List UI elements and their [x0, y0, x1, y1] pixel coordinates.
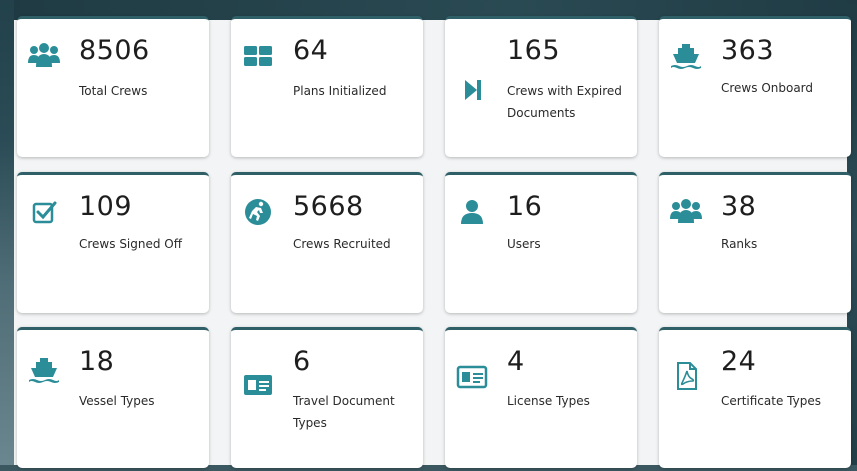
stat-card-certificate-types[interactable]: 24 Certificate Types — [659, 327, 851, 468]
stat-count: 24 — [721, 346, 757, 377]
stat-label: Travel Document Types — [293, 394, 395, 430]
stat-label: License Types — [507, 394, 590, 408]
grid-icon — [241, 41, 275, 71]
stat-count: 16 — [507, 191, 543, 222]
stat-card-users[interactable]: 16 Users — [445, 172, 637, 313]
license-card-icon — [455, 362, 489, 392]
stat-label: Crews Onboard — [721, 81, 814, 95]
stat-count: 38 — [721, 191, 757, 222]
stat-count: 18 — [79, 346, 115, 377]
ship-icon — [27, 355, 61, 385]
stat-card-license-types[interactable]: 4 License Types — [445, 327, 637, 468]
dashboard-stats-grid: 8506 Total Crews 64 Plans Initialized 16… — [0, 0, 857, 471]
stat-card-vessel-types[interactable]: 18 Vessel Types — [17, 327, 209, 468]
stat-card-travel-document-types[interactable]: 6 Travel Document Types — [231, 327, 423, 468]
stat-card-total-crews[interactable]: 8506 Total Crews — [17, 16, 209, 157]
stat-label: Crews with Expired Documents — [507, 84, 622, 120]
user-icon — [455, 197, 489, 227]
stat-label: Ranks — [721, 237, 758, 251]
stat-count: 6 — [293, 346, 311, 377]
stat-label: Crews Signed Off — [79, 237, 183, 251]
stat-label: Vessel Types — [79, 394, 155, 408]
stat-label: Certificate Types — [721, 394, 821, 408]
stat-count: 4 — [507, 346, 525, 377]
users-group-icon — [27, 41, 61, 71]
stat-count: 363 — [721, 35, 775, 66]
stat-card-crews-signed-off[interactable]: 109 Crews Signed Off — [17, 172, 209, 313]
skip-forward-icon — [455, 75, 489, 105]
stat-count: 165 — [507, 35, 561, 66]
stat-label: Plans Initialized — [293, 84, 387, 98]
stat-count: 5668 — [293, 191, 364, 222]
stat-card-plans-initialized[interactable]: 64 Plans Initialized — [231, 16, 423, 157]
stat-count: 8506 — [79, 35, 150, 66]
stat-card-crews-onboard[interactable]: 363 Crews Onboard — [659, 16, 851, 157]
ship-icon — [669, 41, 703, 71]
pdf-file-icon — [669, 361, 703, 391]
stat-label: Crews Recruited — [293, 237, 391, 251]
id-card-icon — [241, 370, 275, 400]
stat-card-expired-documents[interactable]: 165 Crews with Expired Documents — [445, 16, 637, 157]
stat-card-ranks[interactable]: 38 Ranks — [659, 172, 851, 313]
checkbox-icon — [27, 197, 61, 227]
stat-card-crews-recruited[interactable]: 5668 Crews Recruited — [231, 172, 423, 313]
stat-label: Users — [507, 237, 541, 251]
stat-label: Total Crews — [79, 84, 148, 98]
recruit-icon — [241, 197, 275, 227]
stat-count: 109 — [79, 191, 133, 222]
users-group-icon — [669, 197, 703, 227]
stat-count: 64 — [293, 35, 329, 66]
